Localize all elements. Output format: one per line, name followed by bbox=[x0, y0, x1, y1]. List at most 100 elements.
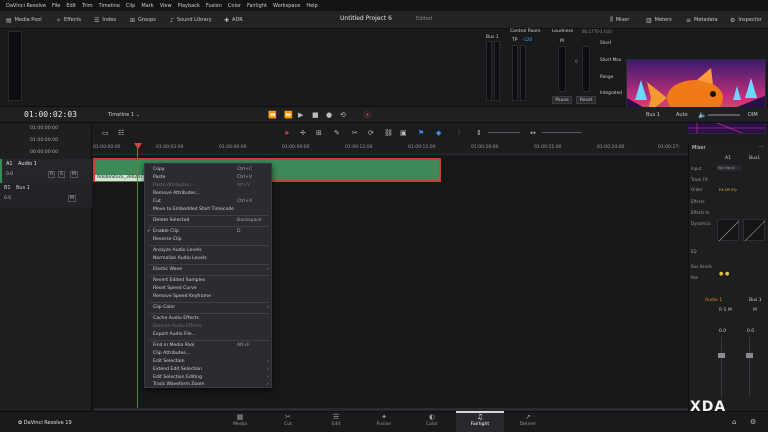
mixer-button[interactable]: ⫼ Mixer bbox=[610, 14, 629, 26]
menu-item-remove-speed-keyframe[interactable]: Remove Speed Keyframe bbox=[153, 294, 211, 299]
settings-gear-icon[interactable]: ⚙ bbox=[750, 418, 756, 426]
effects-button[interactable]: ✧ Effects bbox=[56, 14, 81, 26]
fader-handle-a1[interactable] bbox=[718, 353, 725, 358]
menu-timeline[interactable]: Timeline bbox=[99, 3, 120, 9]
loop-icon[interactable]: ⟲ bbox=[340, 111, 346, 119]
order-value[interactable]: FX DY EQ bbox=[719, 187, 737, 192]
input-select[interactable]: No Input bbox=[717, 165, 741, 171]
snap-icon[interactable]: ⟳ bbox=[368, 129, 374, 137]
menu-color[interactable]: Color bbox=[228, 3, 241, 9]
zoom-icon[interactable]: ⇕ bbox=[476, 129, 482, 137]
pencil-icon[interactable]: ✎ bbox=[334, 129, 340, 137]
image-icon[interactable]: ▣ bbox=[400, 129, 407, 137]
vertical-zoom-slider[interactable] bbox=[488, 132, 520, 133]
menu-item-cut[interactable]: Cut bbox=[153, 199, 161, 204]
menu-item-elastic-wave[interactable]: Elastic Wave bbox=[153, 267, 182, 272]
menu-item-cache-audio-effects[interactable]: Cache Audio Effects bbox=[153, 316, 199, 321]
home-icon[interactable]: ⌂ bbox=[732, 418, 736, 426]
inspector-button[interactable]: ⚙ Inspector bbox=[730, 14, 762, 26]
menu-item-track-waveform-zoom[interactable]: Track Waveform Zoom bbox=[153, 382, 205, 387]
menu-item-export-audio-file[interactable]: Export Audio File... bbox=[153, 332, 196, 337]
page-tab-cut[interactable]: ✂ Cut bbox=[273, 413, 303, 427]
menu-item-reset-speed-curve[interactable]: Reset Speed Curve bbox=[153, 286, 197, 291]
automation-mode[interactable]: Auto bbox=[676, 112, 688, 118]
menu-help[interactable]: Help bbox=[306, 3, 317, 9]
dynamics-graph-bus1[interactable] bbox=[743, 219, 766, 242]
track-header-b1[interactable]: B1 Bus 1 0.0 M bbox=[0, 183, 92, 207]
groups-button[interactable]: ⊞ Groups bbox=[130, 14, 156, 26]
menu-item-extend-edit-selection[interactable]: Extend Edit Selection bbox=[153, 367, 202, 372]
page-tab-deliver[interactable]: ➚ Deliver bbox=[513, 413, 543, 427]
selection-tool-icon[interactable]: ➤ bbox=[284, 129, 290, 137]
track-header-a1[interactable]: A1 Audio 1 0.0 R S M bbox=[0, 159, 92, 183]
mute-button[interactable]: M bbox=[68, 195, 76, 202]
range-tool-icon[interactable]: ✛ bbox=[300, 129, 306, 137]
menu-mark[interactable]: Mark bbox=[141, 3, 153, 9]
media-pool-button[interactable]: ▤ Media Pool bbox=[6, 14, 42, 26]
razor-range-icon[interactable]: ⊞ bbox=[316, 129, 322, 137]
rewind-icon[interactable]: ⏪ bbox=[268, 111, 277, 119]
solo-button[interactable]: S bbox=[58, 171, 65, 178]
page-tab-color[interactable]: ◐ Color bbox=[417, 413, 447, 427]
menu-item-move-to-embedded-start[interactable]: Move to Embedded Start Timecode bbox=[153, 207, 234, 212]
pan-knob-a1[interactable]: ● ● bbox=[719, 271, 729, 277]
monitor-volume-slider[interactable] bbox=[708, 114, 740, 116]
link-icon[interactable]: ⛓ bbox=[384, 129, 393, 137]
reset-button[interactable]: Reset bbox=[576, 96, 596, 104]
speaker-icon[interactable]: 🔈 bbox=[698, 111, 707, 119]
menu-item-copy[interactable]: Copy bbox=[153, 167, 165, 172]
menu-workspace[interactable]: Workspace bbox=[273, 3, 300, 9]
metadata-button[interactable]: ≡ Metadata bbox=[686, 14, 718, 26]
menu-playback[interactable]: Playback bbox=[178, 3, 200, 9]
play-icon[interactable]: ▶ bbox=[298, 111, 303, 119]
menu-item-paste[interactable]: Paste bbox=[153, 175, 165, 180]
menu-item-find-in-media-pool[interactable]: Find in Media Pool bbox=[153, 343, 194, 348]
dim-button[interactable]: DIM bbox=[748, 112, 758, 118]
mute-button[interactable]: M bbox=[70, 171, 78, 178]
menu-trim[interactable]: Trim bbox=[82, 3, 93, 9]
timeline-selector[interactable]: Timeline 1 ⌄ bbox=[108, 112, 140, 118]
meters-button[interactable]: ▥ Meters bbox=[646, 14, 672, 26]
menu-item-clip-attributes[interactable]: Clip Attributes... bbox=[153, 351, 190, 356]
fader-handle-bus1[interactable] bbox=[746, 353, 753, 358]
scissors-icon[interactable]: ✂ bbox=[352, 129, 358, 137]
strip-buttons-a1[interactable]: R S M bbox=[719, 308, 732, 313]
page-tab-edit[interactable]: ☰ Edit bbox=[321, 413, 351, 427]
menu-item-revert-edited-samples[interactable]: Revert Edited Samples bbox=[153, 278, 205, 283]
menu-app[interactable]: DaVinci Resolve bbox=[6, 3, 46, 9]
menu-edit[interactable]: Edit bbox=[66, 3, 76, 9]
playhead-handle[interactable] bbox=[134, 143, 142, 149]
zoom-fit-icon[interactable]: ↔ bbox=[530, 129, 536, 137]
playhead[interactable] bbox=[137, 143, 138, 408]
menu-item-edit-selection[interactable]: Edit Selection bbox=[153, 359, 185, 364]
index-button[interactable]: ☰ Index bbox=[94, 14, 116, 26]
adr-button[interactable]: ✚ ADR bbox=[224, 14, 243, 26]
pause-button[interactable]: Pause bbox=[552, 96, 572, 104]
menu-clip[interactable]: Clip bbox=[126, 3, 135, 9]
horizontal-zoom-slider[interactable] bbox=[542, 132, 582, 133]
marker-icon[interactable]: ◆ bbox=[436, 129, 441, 137]
menu-item-remove-attributes[interactable]: Remove Attributes... bbox=[153, 191, 200, 196]
menu-item-reverse-clip[interactable]: Reverse Clip bbox=[153, 237, 182, 242]
menu-item-clip-color[interactable]: Clip Color bbox=[153, 305, 175, 310]
fast-forward-icon[interactable]: ⏩ bbox=[284, 111, 293, 119]
sound-library-button[interactable]: ♪ Sound Library bbox=[170, 14, 212, 26]
menu-fairlight[interactable]: Fairlight bbox=[247, 3, 267, 9]
timeline-view-options-icon[interactable]: ▭ bbox=[102, 129, 109, 137]
flag-icon[interactable]: ⚑ bbox=[418, 129, 424, 137]
stop-icon[interactable]: ■ bbox=[312, 111, 319, 119]
more-options-icon[interactable]: ⋯ bbox=[759, 144, 764, 150]
waveform-icon[interactable]: ⫶ bbox=[458, 129, 460, 137]
menu-item-enable-clip[interactable]: Enable Clip bbox=[153, 229, 179, 234]
record-arm-button[interactable]: R bbox=[48, 171, 56, 178]
record-icon[interactable]: ● bbox=[326, 111, 332, 119]
page-tab-media[interactable]: ▦ Media bbox=[225, 413, 255, 427]
page-tab-fairlight[interactable]: ♫ Fairlight bbox=[465, 413, 495, 427]
menu-item-analyze-audio[interactable]: Analyze Audio Levels bbox=[153, 248, 202, 253]
dynamics-graph-a1[interactable] bbox=[717, 219, 740, 242]
page-tab-fusion[interactable]: ✦ Fusion bbox=[369, 413, 399, 427]
menu-item-edit-selection-editing[interactable]: Edit Selection Editing bbox=[153, 375, 202, 380]
menu-item-normalize-audio[interactable]: Normalize Audio Levels bbox=[153, 256, 207, 261]
menu-file[interactable]: File bbox=[52, 3, 60, 9]
strip-mute-bus1[interactable]: M bbox=[753, 308, 757, 313]
